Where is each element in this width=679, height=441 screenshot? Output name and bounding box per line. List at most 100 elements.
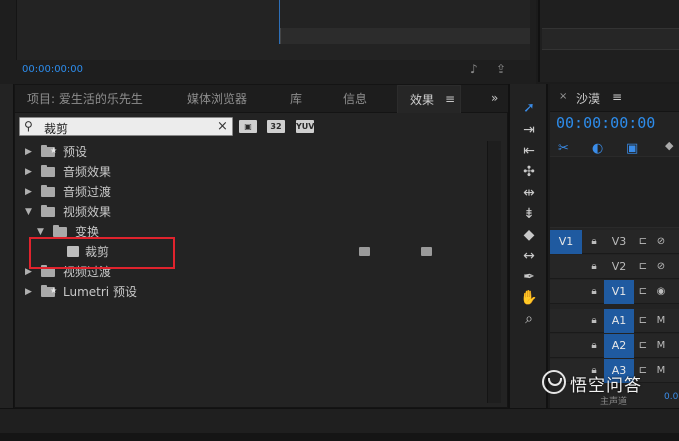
eye-icon[interactable]: ◉	[654, 280, 668, 304]
timeline-ruler[interactable]	[550, 156, 679, 228]
source-patch-v1[interactable]: V1	[550, 230, 582, 254]
selection-tool-icon[interactable]: ➚	[518, 98, 540, 118]
mute-icon[interactable]: M	[654, 309, 668, 333]
track-target-v3[interactable]: V3	[604, 230, 634, 254]
tree-item-label: 音频过渡	[63, 185, 112, 199]
effects-scrollbar[interactable]	[487, 141, 501, 403]
tab-effects-label: 效果	[410, 93, 435, 107]
tools-panel: ➚ ⇥ ⇤ ✣ ⇹ ⇟ ◆ ↔ ✒ ✋ ⌕	[508, 84, 548, 408]
timeline-menu-icon[interactable]: ≡	[612, 90, 622, 104]
track-target-v1[interactable]: V1	[604, 280, 634, 304]
folder-icon	[41, 185, 55, 197]
wukong-logo-icon	[542, 370, 566, 394]
hand-tool-icon[interactable]: ✋	[518, 288, 540, 308]
folder-icon	[53, 225, 67, 237]
linked-selection-icon[interactable]: ◐	[592, 141, 603, 156]
search-icon: ⚲	[24, 119, 33, 133]
razor-tool-icon[interactable]: ⇟	[518, 204, 540, 224]
monitor-zoom-bar[interactable]	[280, 28, 530, 44]
tab-info[interactable]: 信息	[343, 85, 367, 113]
track-row-a2: 🔒︎ A2 ⊏ M	[550, 334, 679, 358]
tree-item-audio-effects[interactable]: ▶ 音频效果	[15, 162, 487, 182]
eye-off-icon[interactable]: ⊘	[654, 255, 668, 279]
monitor-timecode[interactable]: 00:00:00:00	[22, 64, 83, 75]
expand-arrow-icon[interactable]: ▶	[25, 162, 32, 182]
tab-media-browser[interactable]: 媒体浏览器	[187, 85, 247, 113]
monitor-playhead[interactable]	[279, 0, 280, 44]
panel-menu-icon[interactable]: ≡	[445, 85, 455, 113]
panel-tab-bar: 项目: 爱生活的乐先生 媒体浏览器 库 信息 效果 ≡ »	[15, 85, 509, 113]
effects-search-input[interactable]: ⚲ 裁剪 ×	[19, 117, 233, 136]
track-row-v1: 🔒︎ V1 ⊏ ◉	[550, 280, 679, 304]
accelerated-effects-filter-button[interactable]: ▣	[239, 120, 257, 133]
bottom-bar	[0, 408, 679, 441]
track-row-v2: 🔒︎ V2 ⊏ ⊘	[550, 255, 679, 279]
eye-off-icon[interactable]: ⊘	[654, 230, 668, 254]
pen-tool-icon[interactable]: ✒	[518, 267, 540, 287]
zoom-tool-icon[interactable]: ⌕	[518, 309, 540, 329]
effects-panel: 项目: 爱生活的乐先生 媒体浏览器 库 信息 效果 ≡ » ⚲ 裁剪 × ▣ 3…	[14, 84, 509, 408]
timeline-header: × 沙漠 ≡	[550, 84, 679, 112]
expand-arrow-icon[interactable]: ▶	[25, 142, 32, 162]
tree-item-label: Lumetri 预设	[63, 285, 137, 299]
audio-icon[interactable]: ♪	[470, 62, 478, 76]
lock-icon[interactable]: 🔒︎	[588, 280, 600, 304]
source-monitor-strip	[542, 28, 679, 50]
tab-project[interactable]: 项目: 爱生活的乐先生	[27, 85, 143, 113]
snap-icon[interactable]: ✂	[558, 141, 569, 156]
lock-icon[interactable]: 🔒︎	[588, 309, 600, 333]
yuv-effects-filter-button[interactable]: YUV	[296, 120, 314, 133]
sync-lock-icon[interactable]: ⊏	[636, 309, 650, 333]
lock-icon[interactable]: 🔒︎	[588, 334, 600, 358]
rolling-edit-tool-icon[interactable]: ✣	[518, 162, 540, 182]
timeline-timecode[interactable]: 00:00:00:00	[556, 114, 655, 132]
timeline-panel: × 沙漠 ≡ 00:00:00:00 ✂ ◐ ▣ ◆ V1 🔒︎ V3 ⊏ ⊘ …	[550, 84, 679, 408]
tree-item-presets[interactable]: ▶ ★ 预设	[15, 142, 487, 162]
folder-icon: ★	[41, 145, 57, 157]
watermark: 悟空问答	[540, 368, 679, 398]
effects-tree: ▶ ★ 预设 ▶ 音频效果 ▶ 音频过渡 ▼ 视频效果 ▼ 变换 裁剪 ▶ 视频…	[15, 141, 487, 403]
slip-tool-icon[interactable]: ◆	[518, 225, 540, 245]
timeline-settings-icon[interactable]: ◆	[665, 139, 673, 152]
sync-lock-icon[interactable]: ⊏	[636, 230, 650, 254]
track-target-a2[interactable]: A2	[604, 334, 634, 358]
star-icon: ★	[50, 286, 58, 295]
export-frame-icon[interactable]: ⇪	[496, 62, 506, 76]
track-select-tool-icon[interactable]: ⇥	[518, 120, 540, 140]
tree-item-audio-transitions[interactable]: ▶ 音频过渡	[15, 182, 487, 202]
track-row-a1: 🔒︎ A1 ⊏ M	[550, 309, 679, 333]
left-gutter	[0, 84, 14, 408]
rate-stretch-tool-icon[interactable]: ⇹	[518, 183, 540, 203]
sync-lock-icon[interactable]: ⊏	[636, 334, 650, 358]
track-row-v3: V1 🔒︎ V3 ⊏ ⊘	[550, 230, 679, 254]
lock-icon[interactable]: 🔒︎	[588, 255, 600, 279]
accelerated-badge-icon	[359, 247, 370, 256]
collapse-arrow-icon[interactable]: ▼	[25, 202, 32, 222]
32bit-effects-filter-button[interactable]: 32	[267, 120, 285, 133]
tab-libraries[interactable]: 库	[290, 85, 302, 113]
tree-item-label: 音频效果	[63, 165, 112, 179]
tree-item-lumetri-presets[interactable]: ▶ ★ Lumetri 预设	[15, 282, 487, 302]
close-sequence-icon[interactable]: ×	[559, 91, 567, 102]
track-target-v2[interactable]: V2	[604, 255, 634, 279]
source-monitor	[538, 0, 679, 82]
yuv-badge-icon	[421, 247, 432, 256]
star-icon: ★	[50, 146, 58, 155]
sync-lock-icon[interactable]: ⊏	[636, 255, 650, 279]
expand-arrow-icon[interactable]: ▶	[25, 282, 32, 302]
track-target-a1[interactable]: A1	[604, 309, 634, 333]
slide-tool-icon[interactable]: ↔	[518, 246, 540, 266]
folder-icon	[41, 165, 55, 177]
expand-arrow-icon[interactable]: ▶	[25, 182, 32, 202]
lock-icon[interactable]: 🔒︎	[588, 230, 600, 254]
mute-icon[interactable]: M	[654, 334, 668, 358]
sync-lock-icon[interactable]: ⊏	[636, 280, 650, 304]
tree-item-video-effects[interactable]: ▼ 视频效果	[15, 202, 487, 222]
folder-icon	[41, 205, 55, 217]
ripple-edit-tool-icon[interactable]: ⇤	[518, 141, 540, 161]
folder-icon: ★	[41, 285, 57, 297]
add-marker-icon[interactable]: ▣	[626, 141, 638, 156]
clear-search-icon[interactable]: ×	[217, 119, 228, 134]
sequence-tab[interactable]: 沙漠	[576, 90, 600, 107]
tab-overflow-icon[interactable]: »	[491, 91, 498, 105]
